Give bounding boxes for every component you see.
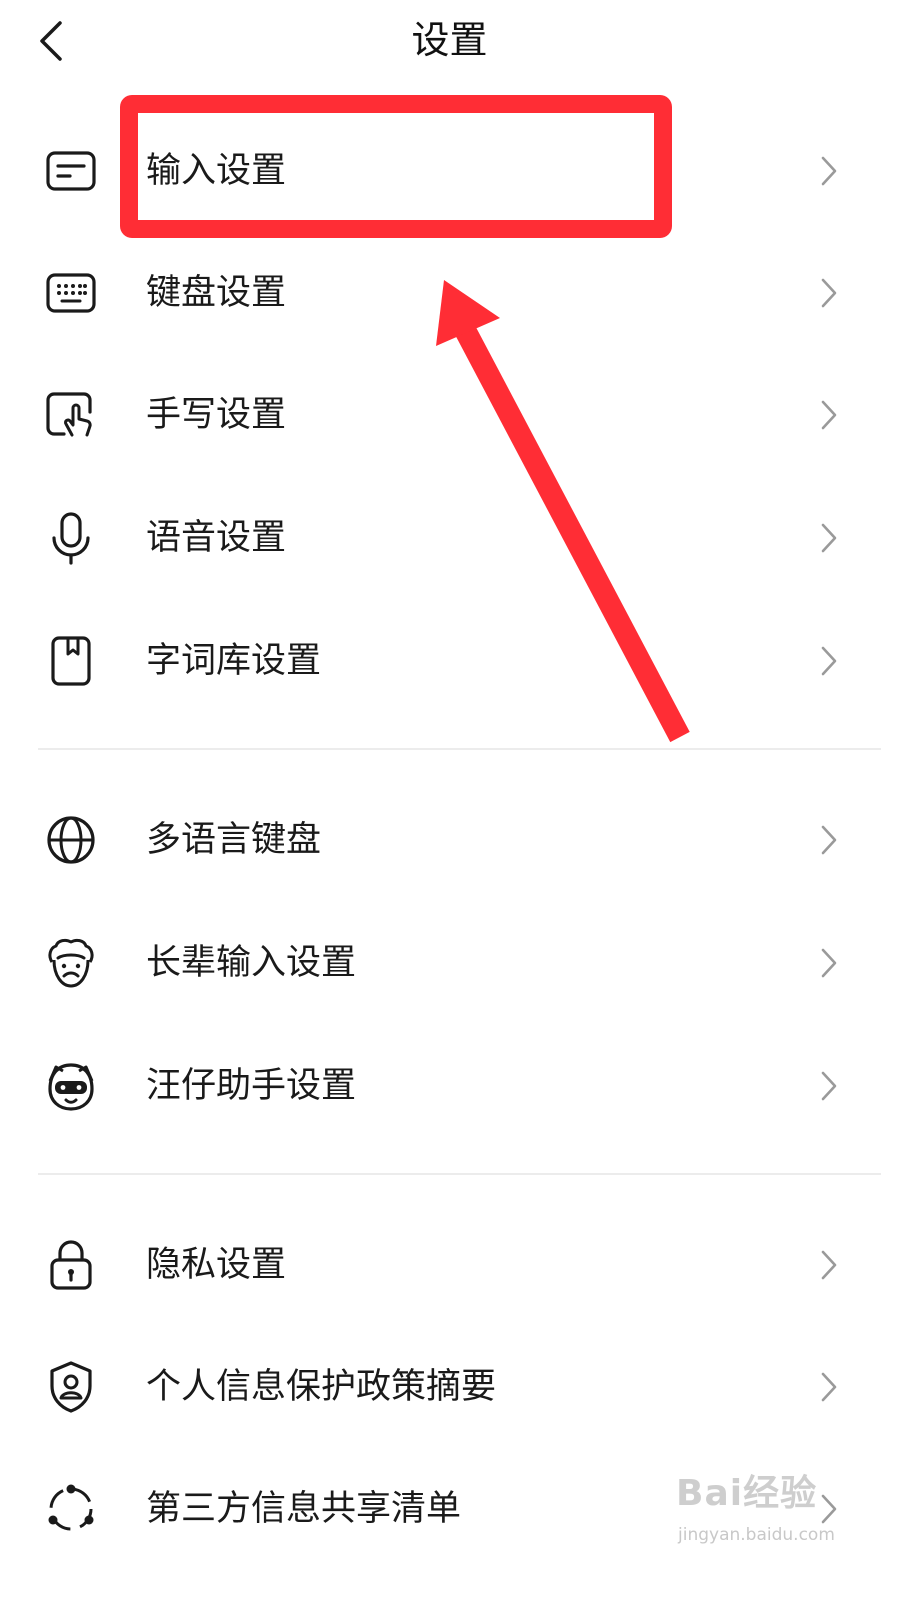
chevron-right-icon (814, 822, 844, 858)
chevron-right-icon (814, 945, 844, 981)
section-divider (38, 748, 881, 750)
handwriting-icon (44, 388, 98, 442)
dictionary-book-icon (44, 634, 98, 688)
chevron-right-icon (814, 643, 844, 679)
chevron-right-icon (814, 1068, 844, 1104)
lock-icon (44, 1238, 98, 1292)
settings-item-dictionary[interactable]: 字词库设置 (0, 602, 899, 720)
chevron-right-icon (814, 1491, 844, 1527)
settings-item-label: 输入设置 (146, 151, 287, 191)
elder-face-icon (44, 936, 98, 990)
settings-item-label: 多语言键盘 (146, 820, 322, 860)
section-divider (38, 1173, 881, 1175)
settings-item-keyboard[interactable]: 键盘设置 (0, 234, 899, 352)
shield-user-icon (44, 1360, 98, 1414)
page-title: 设置 (411, 18, 488, 62)
settings-item-label: 语音设置 (146, 518, 287, 558)
settings-item-label: 个人信息保护政策摘要 (146, 1367, 497, 1407)
input-card-icon (44, 144, 98, 198)
settings-item-label: 第三方信息共享清单 (146, 1489, 462, 1529)
globe-icon (44, 813, 98, 867)
settings-item-label: 长辈输入设置 (146, 943, 357, 983)
chevron-right-icon (814, 520, 844, 556)
chevron-right-icon (814, 397, 844, 433)
settings-item-voice[interactable]: 语音设置 (0, 479, 899, 597)
dog-assistant-icon (44, 1059, 98, 1113)
chevron-right-icon (814, 153, 844, 189)
settings-item-label: 隐私设置 (146, 1245, 287, 1285)
settings-item-label: 汪仔助手设置 (146, 1066, 357, 1106)
chevron-right-icon (814, 1247, 844, 1283)
settings-item-elder-input[interactable]: 长辈输入设置 (0, 904, 899, 1022)
keyboard-icon (44, 266, 98, 320)
share-nodes-icon (44, 1482, 98, 1536)
settings-item-label: 手写设置 (146, 395, 287, 435)
settings-item-dog-assistant[interactable]: 汪仔助手设置 (0, 1027, 899, 1145)
microphone-icon (44, 511, 98, 565)
settings-item-label: 字词库设置 (146, 641, 322, 681)
settings-item-privacy[interactable]: 隐私设置 (0, 1206, 899, 1324)
settings-item-label: 键盘设置 (146, 273, 287, 313)
header-bar: 设置 (0, 0, 899, 84)
settings-item-multilanguage[interactable]: 多语言键盘 (0, 781, 899, 899)
settings-item-privacy-policy-summary[interactable]: 个人信息保护政策摘要 (0, 1328, 899, 1446)
settings-item-third-party-sharing[interactable]: 第三方信息共享清单 (0, 1450, 899, 1568)
settings-item-input[interactable]: 输入设置 (0, 112, 899, 230)
chevron-right-icon (814, 275, 844, 311)
chevron-right-icon (814, 1369, 844, 1405)
settings-item-handwriting[interactable]: 手写设置 (0, 356, 899, 474)
